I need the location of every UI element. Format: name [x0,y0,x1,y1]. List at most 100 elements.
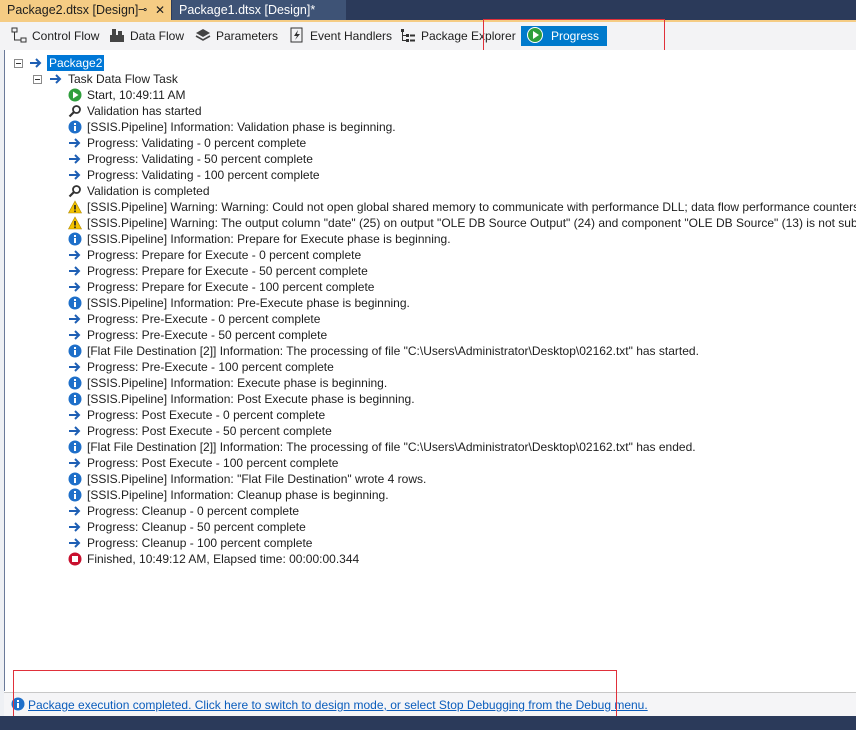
stop-icon [68,552,82,566]
message-info[interactable]: [SSIS.Pipeline] Information: Prepare for… [68,231,451,247]
tab-event-handlers[interactable]: Event Handlers [289,26,392,46]
message-text: [SSIS.Pipeline] Information: Execute pha… [87,376,388,390]
message-progress[interactable]: Progress: Pre-Execute - 0 percent comple… [68,311,320,327]
pin-icon[interactable]: ⊸ [138,0,147,20]
message-progress[interactable]: Progress: Pre-Execute - 50 percent compl… [68,327,327,343]
arrow-right-icon [69,154,81,164]
info-icon [68,376,82,390]
progress-tree[interactable]: Package2 Task Data Flow Task Start, 10:4… [4,50,856,691]
message-progress[interactable]: Progress: Post Execute - 50 percent comp… [68,423,332,439]
message-text: Finished, 10:49:12 AM, Elapsed time: 00:… [87,552,360,566]
message-text: Validation is completed [87,184,210,198]
info-icon [68,488,82,502]
task-label: Task Data Flow Task [68,72,178,86]
message-progress[interactable]: Progress: Pre-Execute - 100 percent comp… [68,359,334,375]
message-text: Progress: Prepare for Execute - 50 perce… [87,264,368,278]
arrow-right-icon [69,314,81,324]
tab-label: Package1.dtsx [Design]* [179,3,316,17]
message-text: [SSIS.Pipeline] Information: Cleanup pha… [87,488,389,502]
message-progress[interactable]: Progress: Prepare for Execute - 50 perce… [68,263,368,279]
message-progress[interactable]: Progress: Post Execute - 100 percent com… [68,455,338,471]
message-start[interactable]: Start, 10:49:11 AM [68,87,186,103]
message-text: Progress: Validating - 0 percent complet… [87,136,307,150]
info-icon [68,472,82,486]
event-handlers-icon [290,27,303,43]
start-icon [68,88,82,102]
message-info[interactable]: [SSIS.Pipeline] Information: Pre-Execute… [68,295,410,311]
document-tab-strip: Package2.dtsx [Design] ⊸ ✕ Package1.dtsx… [0,0,856,20]
message-info[interactable]: [Flat File Destination [2]] Information:… [68,343,699,359]
collapse-icon[interactable] [14,59,23,68]
arrow-right-icon [69,410,81,420]
control-flow-icon [11,27,27,43]
message-progress[interactable]: Progress: Cleanup - 0 percent complete [68,503,299,519]
message-progress[interactable]: Progress: Cleanup - 100 percent complete [68,535,312,551]
info-icon [68,120,82,134]
warning-icon [68,216,82,230]
arrow-right-icon [69,250,81,260]
arrow-right-icon [69,538,81,548]
message-warning[interactable]: [SSIS.Pipeline] Warning: Warning: Could … [68,199,856,215]
message-progress[interactable]: Progress: Validating - 100 percent compl… [68,167,320,183]
message-text: Progress: Cleanup - 50 percent complete [87,520,306,534]
info-icon [68,344,82,358]
tab-progress[interactable]: Progress [521,26,608,46]
switch-to-design-link[interactable]: Package execution completed. Click here … [28,698,648,712]
close-icon[interactable]: ✕ [155,0,165,20]
arrow-right-icon [69,138,81,148]
parameters-icon [195,29,211,41]
toolbar-label: Data Flow [130,29,185,43]
tab-package2-design[interactable]: Package2.dtsx [Design] ⊸ ✕ [0,0,171,20]
package-label[interactable]: Package2 [47,55,105,71]
message-text: Progress: Validating - 50 percent comple… [87,152,313,166]
message-progress[interactable]: Progress: Validating - 50 percent comple… [68,151,313,167]
collapse-icon[interactable] [33,75,42,84]
tab-package1-design[interactable]: Package1.dtsx [Design]* [172,0,346,20]
tab-data-flow[interactable]: Data Flow [109,26,184,46]
info-icon [68,296,82,310]
message-progress[interactable]: Progress: Prepare for Execute - 100 perc… [68,279,374,295]
message-progress[interactable]: Progress: Prepare for Execute - 0 percen… [68,247,361,263]
tab-parameters[interactable]: Parameters [195,26,278,46]
message-text: Progress: Cleanup - 0 percent complete [87,504,300,518]
tree-node-package[interactable]: Package2 [5,55,845,71]
tree-node-task[interactable]: Task Data Flow Task [5,71,845,87]
info-icon [68,392,82,406]
info-icon [68,440,82,454]
magnifier-icon [68,185,81,198]
magnifier-icon [68,105,81,118]
info-icon [68,232,82,246]
tab-package-explorer[interactable]: Package Explorer [400,26,516,46]
message-text: [SSIS.Pipeline] Information: Pre-Execute… [87,296,410,310]
bottom-band [0,716,856,730]
message-warning[interactable]: [SSIS.Pipeline] Warning: The output colu… [68,215,856,231]
message-validation[interactable]: Validation is completed [68,183,210,199]
message-info[interactable]: [SSIS.Pipeline] Information: Post Execut… [68,391,415,407]
message-text: Validation has started [87,104,202,118]
message-info[interactable]: [SSIS.Pipeline] Information: Execute pha… [68,375,387,391]
arrow-right-icon [69,362,81,372]
message-text: Progress: Cleanup - 100 percent complete [87,536,313,550]
message-validation[interactable]: Validation has started [68,103,202,119]
message-info[interactable]: [SSIS.Pipeline] Information: "Flat File … [68,471,426,487]
arrow-right-icon [69,282,81,292]
message-text: Progress: Pre-Execute - 0 percent comple… [87,312,321,326]
message-info[interactable]: [Flat File Destination [2]] Information:… [68,439,696,455]
toolbar-label: Parameters [216,29,279,43]
tab-label: Package2.dtsx [Design] [7,3,139,17]
message-text: [Flat File Destination [2]] Information:… [87,344,699,358]
message-progress[interactable]: Progress: Cleanup - 50 percent complete [68,519,306,535]
toolbar-label: Progress [551,29,600,43]
message-text: Progress: Pre-Execute - 50 percent compl… [87,328,328,342]
message-progress[interactable]: Progress: Post Execute - 0 percent compl… [68,407,325,423]
message-progress[interactable]: Progress: Validating - 0 percent complet… [68,135,306,151]
message-text: Progress: Prepare for Execute - 0 percen… [87,248,362,262]
message-finished[interactable]: Finished, 10:49:12 AM, Elapsed time: 00:… [68,551,359,567]
message-info[interactable]: [SSIS.Pipeline] Information: Validation … [68,119,396,135]
message-text: [SSIS.Pipeline] Information: Post Execut… [87,392,415,406]
message-text: [SSIS.Pipeline] Information: Prepare for… [87,232,451,246]
tab-control-flow[interactable]: Control Flow [11,26,99,46]
play-icon [527,27,543,43]
message-info[interactable]: [SSIS.Pipeline] Information: Cleanup pha… [68,487,389,503]
info-icon [11,697,25,711]
